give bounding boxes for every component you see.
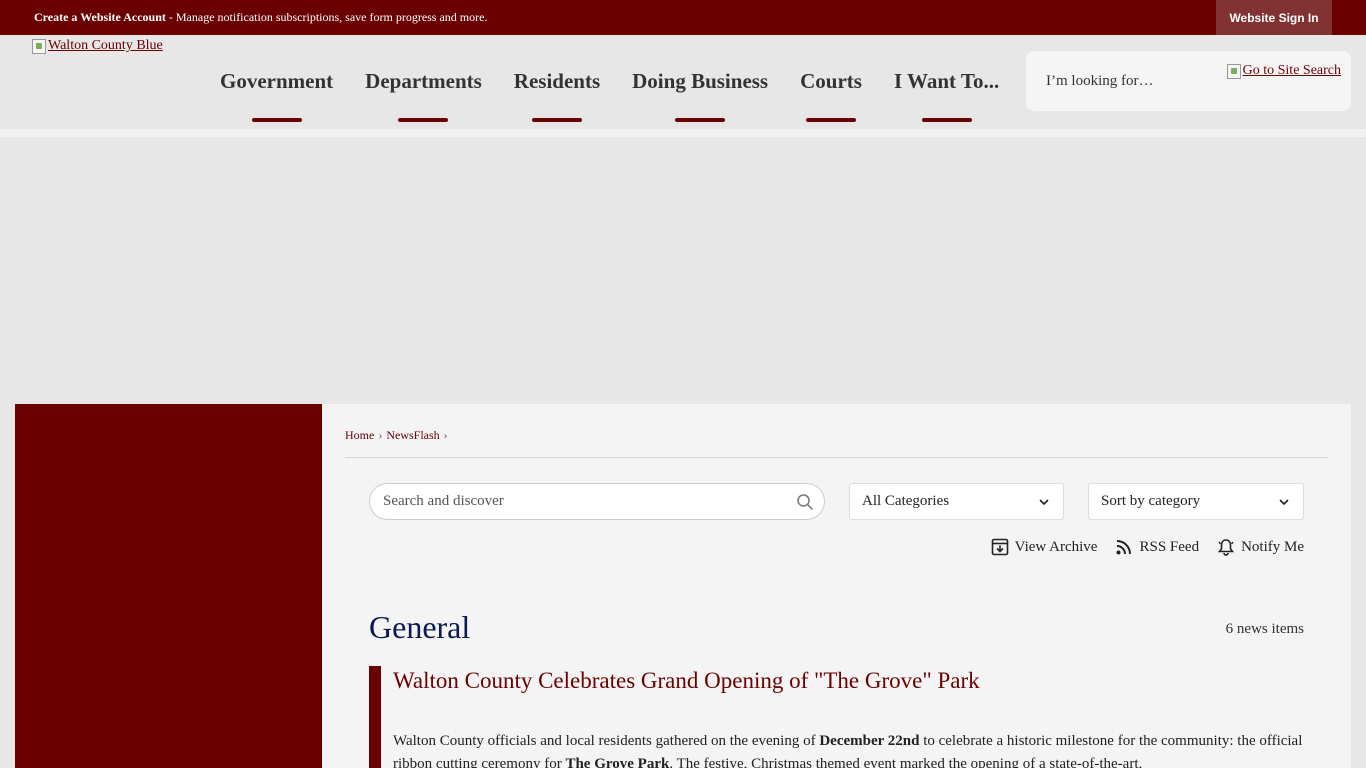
site-search-input[interactable]: I’m looking for… (1046, 73, 1153, 90)
nav-item-residents[interactable]: Residents (498, 69, 616, 109)
header-divider (0, 129, 1366, 137)
article-text: . The festive, Christmas themed event ma… (669, 756, 1143, 768)
rss-icon (1116, 540, 1132, 555)
search-icon[interactable] (796, 493, 814, 511)
news-search-input[interactable]: Search and discover (369, 483, 825, 520)
broken-image-icon (32, 38, 46, 54)
category-select[interactable]: All Categories (849, 483, 1064, 520)
article-title-link[interactable]: Walton County Celebrates Grand Opening o… (393, 668, 980, 694)
main-nav: Government Departments Residents Doing B… (204, 69, 1015, 109)
site-search-button-alt: Go to Site Search (1242, 63, 1341, 78)
site-logo-link[interactable]: Walton County Blue (32, 38, 163, 54)
sort-select[interactable]: Sort by category (1088, 483, 1304, 520)
news-item-count: 6 news items (1225, 621, 1304, 637)
breadcrumb-separator: › (378, 428, 383, 442)
sort-select-value: Sort by category (1101, 493, 1201, 509)
bell-icon (1217, 539, 1235, 556)
section-title: General (369, 609, 471, 645)
breadcrumb-newsflash[interactable]: NewsFlash (386, 428, 439, 443)
nav-item-i-want-to[interactable]: I Want To... (878, 69, 1015, 109)
broken-image-icon (1226, 63, 1241, 79)
nav-item-courts[interactable]: Courts (784, 69, 878, 109)
article-text: Walton County officials and local reside… (393, 733, 820, 749)
sidebar (15, 404, 322, 768)
nav-item-doing-business[interactable]: Doing Business (616, 69, 784, 109)
news-article: Walton County Celebrates Grand Opening o… (369, 666, 1304, 768)
nav-item-government[interactable]: Government (204, 69, 349, 109)
article-bold-park: The Grove Park (565, 756, 670, 768)
rss-feed-link[interactable]: RSS Feed (1115, 538, 1199, 556)
main-content: Home › NewsFlash › Search and discover A… (322, 404, 1351, 768)
sign-in-button[interactable]: Website Sign In (1216, 0, 1332, 35)
news-actions: View Archive RSS Feed Notify Me (991, 538, 1304, 556)
create-account-link[interactable]: Create a Website Account (34, 10, 166, 24)
breadcrumb-divider (345, 457, 1328, 458)
notify-me-link[interactable]: Notify Me (1217, 538, 1304, 556)
article-summary: Walton County officials and local reside… (393, 730, 1303, 768)
site-search-button[interactable]: Go to Site Search (1226, 63, 1341, 79)
logo-alt-text: Walton County Blue (48, 38, 163, 53)
account-message-text: - Manage notification subscriptions, sav… (165, 10, 488, 24)
site-header: Walton County Blue Government Department… (0, 35, 1366, 129)
rss-feed-label: RSS Feed (1139, 538, 1200, 555)
nav-item-departments[interactable]: Departments (349, 69, 498, 109)
breadcrumb-home[interactable]: Home (345, 428, 374, 443)
archive-icon (991, 538, 1008, 556)
breadcrumb-separator: › (443, 428, 448, 442)
site-search: I’m looking for… Go to Site Search (1026, 51, 1351, 111)
account-message: Create a Website Account - Manage notifi… (34, 10, 487, 25)
view-archive-link[interactable]: View Archive (991, 538, 1098, 556)
category-select-value: All Categories (862, 493, 950, 509)
news-search-placeholder: Search and discover (383, 493, 504, 509)
breadcrumb: Home › NewsFlash › (345, 428, 448, 443)
chevron-down-icon (1279, 499, 1289, 506)
top-bar: Create a Website Account - Manage notifi… (0, 0, 1366, 35)
view-archive-label: View Archive (1014, 538, 1098, 555)
notify-me-label: Notify Me (1241, 538, 1304, 555)
article-bold-date: December 22nd (819, 733, 920, 749)
chevron-down-icon (1039, 499, 1049, 506)
